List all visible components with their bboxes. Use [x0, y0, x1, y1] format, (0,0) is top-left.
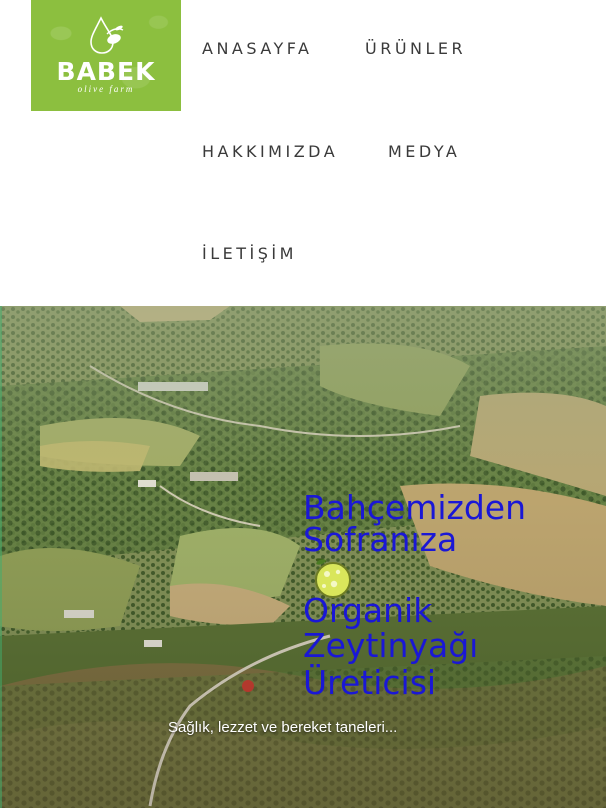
hero-section: Bahçemizden Sofranıza Organik Zeytinyağı…: [0, 306, 606, 808]
site-logo[interactable]: BABEK olive farm: [31, 0, 181, 111]
hero-heading-line4: Zeytinyağı: [303, 626, 479, 665]
hero-heading-line3: Organik: [303, 591, 433, 630]
nav-home[interactable]: ANASAYFA: [202, 39, 312, 58]
logo-subtitle: olive farm: [77, 84, 135, 94]
hero-heading-line1: Bahçemizden: [303, 488, 527, 527]
hero-tagline: Sağlık, lezzet ve bereket taneleri...: [168, 719, 398, 736]
site-header: BABEK olive farm ANASAYFA ÜRÜNLER HAKKIM…: [0, 0, 606, 306]
hero-heading-line5: Üreticisi: [303, 663, 437, 702]
nav-products[interactable]: ÜRÜNLER: [365, 39, 466, 58]
logo-name: BABEK: [56, 57, 156, 86]
nav-media[interactable]: MEDYA: [388, 142, 460, 161]
nav-about[interactable]: HAKKIMIZDA: [202, 142, 338, 161]
hero-heading-line2: Sofranıza: [303, 520, 458, 559]
nav-contact[interactable]: İLETİŞİM: [202, 244, 297, 263]
hero-edge: [0, 306, 2, 808]
olive-drop-icon: [90, 16, 124, 54]
